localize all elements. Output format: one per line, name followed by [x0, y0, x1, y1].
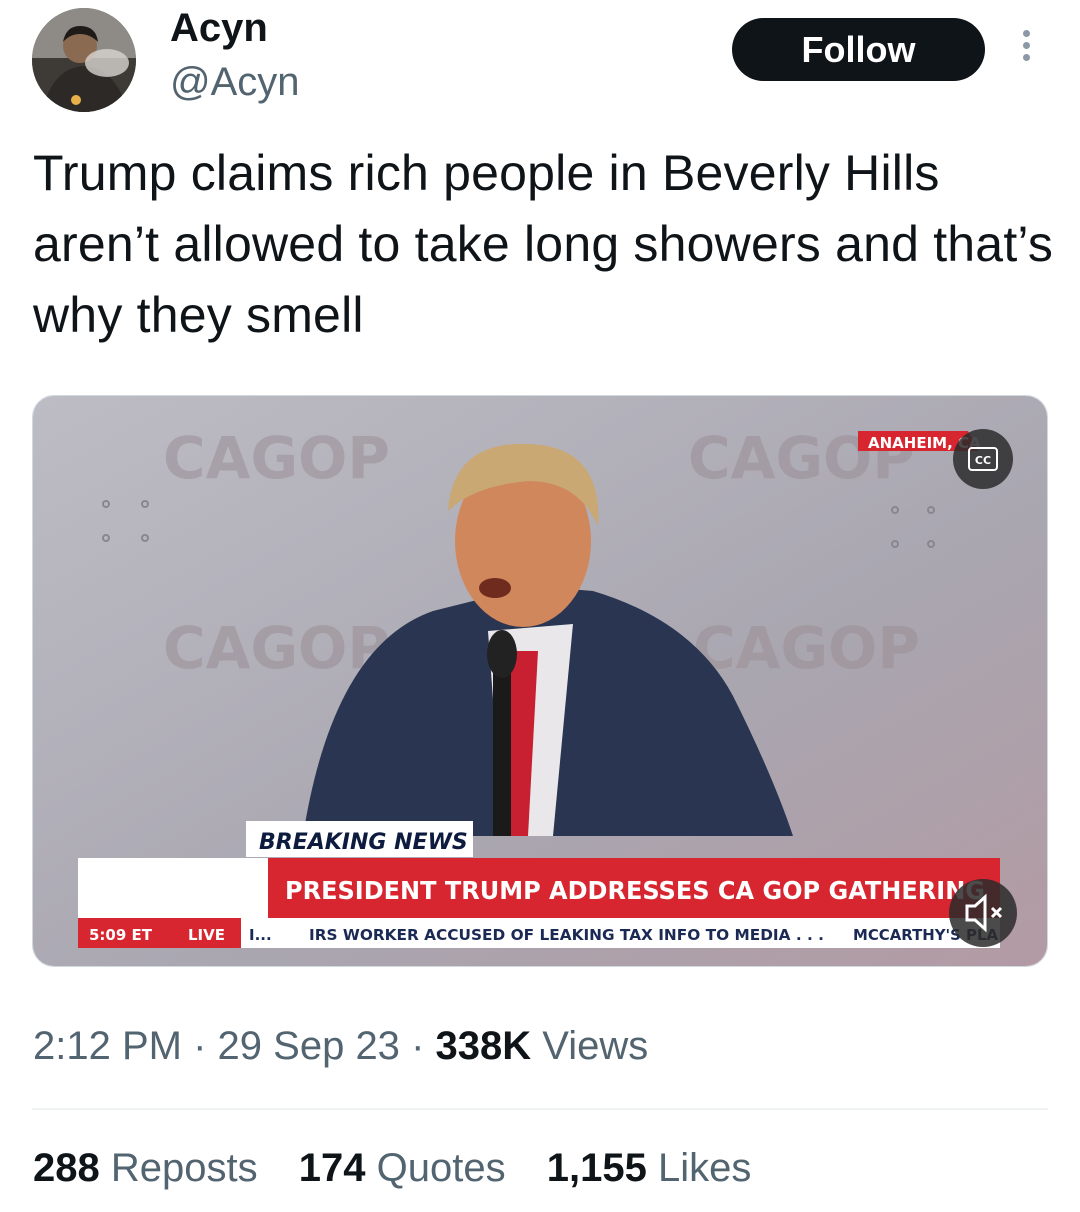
reposts-label: Reposts: [110, 1146, 258, 1190]
meta-separator: ·: [193, 1024, 207, 1068]
views-label: Views: [542, 1024, 649, 1068]
likes-stat[interactable]: 1,155 Likes: [547, 1146, 752, 1190]
avatar-image: [32, 8, 136, 112]
quotes-stat[interactable]: 174 Quotes: [299, 1146, 506, 1190]
meta-separator: ·: [411, 1024, 425, 1068]
ticker-text: IRS WORKER ACCUSED OF LEAKING TAX INFO T…: [309, 926, 824, 944]
mute-button[interactable]: [949, 879, 1017, 947]
backdrop-logo: CAGOP: [163, 614, 390, 682]
breaking-news-label: BREAKING NEWS: [259, 830, 468, 855]
quotes-count: 174: [298, 1146, 366, 1190]
reposts-count: 288: [33, 1146, 100, 1190]
backdrop-logo: CAGOP: [693, 614, 920, 682]
quotes-label: Quotes: [376, 1146, 506, 1190]
live-badge: LIVE: [188, 926, 225, 944]
video-player[interactable]: CAGOP CAGOP CAGOP CAGOP ANAHEIM, CA CC B…: [32, 395, 1048, 967]
author-avatar[interactable]: [32, 8, 136, 112]
ticker-text: I...: [249, 926, 272, 944]
author-name[interactable]: Acyn: [170, 6, 268, 51]
backdrop-logo: CAGOP: [163, 424, 390, 492]
tweet-meta: 2:12 PM · 29 Sep 23 · 338K Views: [33, 1024, 648, 1069]
divider: [32, 1108, 1048, 1110]
author-handle[interactable]: @Acyn: [170, 60, 300, 105]
headline-text: PRESIDENT TRUMP ADDRESSES CA GOP GATHERI…: [285, 876, 985, 905]
more-options-icon[interactable]: [1016, 30, 1036, 70]
tweet-text: Trump claims rich people in Beverly Hill…: [33, 145, 1054, 343]
tweet-time[interactable]: 2:12 PM: [33, 1024, 182, 1068]
cc-icon: CC: [975, 454, 991, 467]
engagement-stats: 288 Reposts 174 Quotes 1,155 Likes: [33, 1146, 781, 1191]
cc-button[interactable]: CC: [953, 429, 1013, 489]
broadcast-time: 5:09 ET: [89, 926, 153, 944]
likes-label: Likes: [657, 1146, 752, 1190]
likes-count: 1,155: [546, 1146, 647, 1190]
tweet-date[interactable]: 29 Sep 23: [218, 1024, 400, 1068]
reposts-stat[interactable]: 288 Reposts: [33, 1146, 258, 1190]
views-count: 338K: [435, 1024, 532, 1068]
follow-button[interactable]: Follow: [732, 18, 985, 81]
